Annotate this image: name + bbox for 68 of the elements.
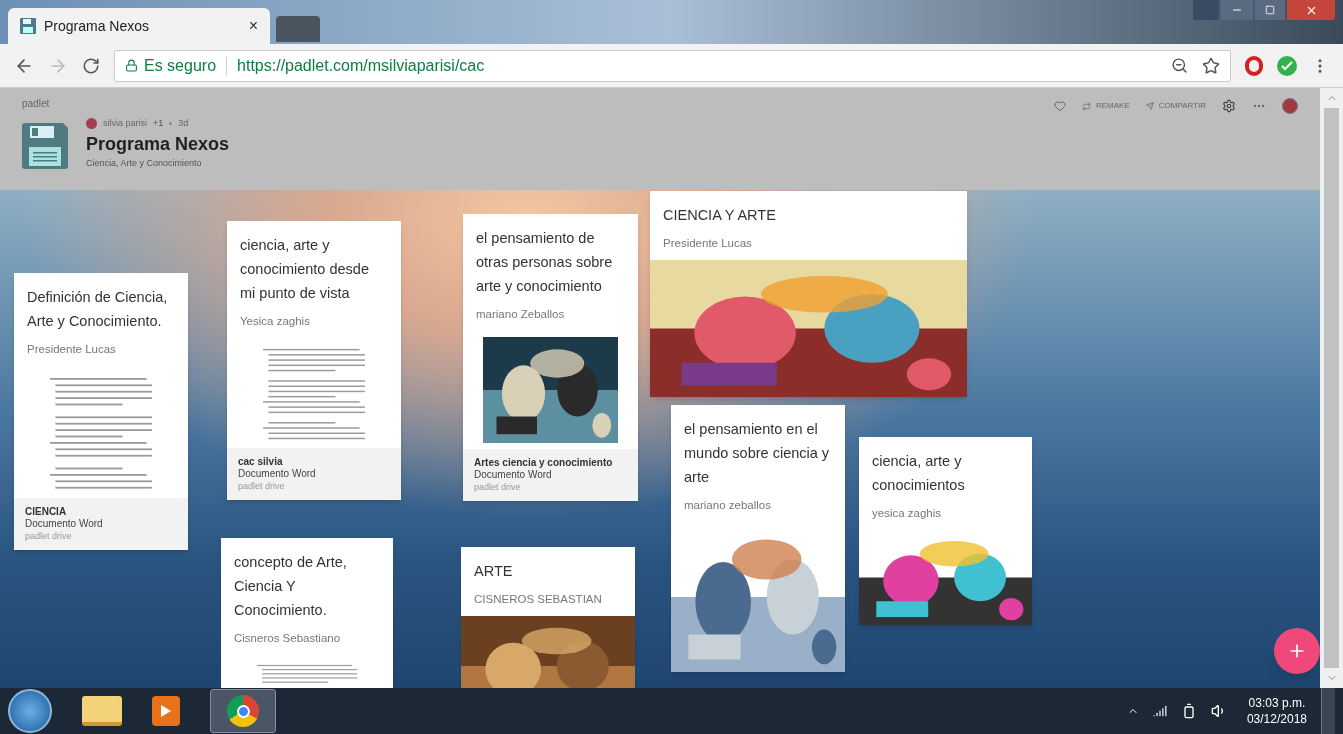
clock-time[interactable]: 03:03 p.m. xyxy=(1248,695,1306,711)
post-card[interactable]: ciencia, arte y conocimiento desde mi punto de vista Yesica zaghis cac silvia Documento Word padlet drive xyxy=(227,221,401,501)
browser-logo-icon xyxy=(227,695,259,727)
post-card[interactable]: CIENCIA Y ARTE Presidente Lucas xyxy=(650,191,967,398)
zoom-icon[interactable] xyxy=(1171,57,1188,74)
media-player-icon[interactable] xyxy=(152,696,180,726)
post-author: Presidente Lucas xyxy=(663,236,753,251)
settings-icon[interactable] xyxy=(1222,99,1236,113)
post-title: ciencia, arte y conocimiento desde mi punto de vista xyxy=(240,236,370,303)
post-card[interactable]: Definición de Ciencia, Arte y Conocimiento. Presidente Lucas CIENCIA Documento Word padlet drive xyxy=(14,273,188,551)
post-card[interactable]: concepto de Arte, Ciencia Y Conocimiento. Cisneros Sebastiano xyxy=(221,538,393,688)
post-title: el pensamiento de otras personas sobre arte y conocimiento xyxy=(476,229,614,296)
user-avatar[interactable] xyxy=(1282,98,1298,114)
post-title: CIENCIA Y ARTE xyxy=(663,206,777,225)
post-title: ciencia, arte y conocimientos xyxy=(872,452,966,495)
signal-icon[interactable] xyxy=(1152,704,1167,718)
attachment-source: padlet drive xyxy=(474,481,522,494)
send-icon xyxy=(1145,102,1154,110)
attachment-type: Documento Word xyxy=(238,468,317,481)
add-post-button[interactable] xyxy=(1274,628,1320,674)
post-author: yesica zaghis xyxy=(872,506,943,521)
author-avatar xyxy=(86,118,97,130)
reload-icon[interactable] xyxy=(82,56,100,75)
start-button[interactable] xyxy=(8,689,52,733)
post-title: concepto de Arte, Ciencia Y Conocimiento. xyxy=(234,553,348,620)
author-name: silvia parisi xyxy=(103,117,147,130)
post-card[interactable]: ciencia, arte y conocimientos yesica zaghis xyxy=(859,437,1032,626)
post-age: 3d xyxy=(178,117,189,130)
post-author: Cisneros Sebastiano xyxy=(234,631,342,646)
attachment-type: Documento Word xyxy=(25,518,104,531)
check-extension-icon[interactable] xyxy=(1277,55,1297,76)
address-bar[interactable]: Es seguro https://padlet.com/msilviaparisi/cac xyxy=(114,49,1231,82)
clock-date[interactable]: 03/12/2018 xyxy=(1246,711,1307,727)
repeat-icon xyxy=(1081,101,1091,111)
show-desktop-button[interactable] xyxy=(1321,688,1335,734)
post-author: Presidente Lucas xyxy=(27,342,117,357)
maximize-icon xyxy=(1265,5,1275,15)
post-author: mariano Zeballos xyxy=(476,307,566,322)
heart-icon[interactable] xyxy=(1053,100,1066,112)
browser-tab[interactable]: Programa Nexos × xyxy=(8,8,270,44)
minimize-button[interactable] xyxy=(1221,0,1253,20)
post-author: Yesica zaghis xyxy=(240,314,311,329)
post-card[interactable]: ARTE CISNEROS SEBASTIAN xyxy=(461,547,635,688)
attachment-source: padlet drive xyxy=(25,530,73,543)
post-title: ARTE xyxy=(474,562,514,581)
post-author: mariano zeballos xyxy=(684,498,772,513)
post-card[interactable]: el pensamiento de otras personas sobre arte y conocimiento mariano Zeballos Artes ciencia y conocimiento Documento Word padlet drive xyxy=(463,214,638,502)
bookmark-star-icon[interactable] xyxy=(1202,56,1220,75)
attachment-name: cac silvia xyxy=(238,456,284,469)
attachment-source: padlet drive xyxy=(238,480,286,493)
post-title: el pensamiento en el mundo sobre ciencia y arte xyxy=(684,420,831,487)
maximize-button[interactable] xyxy=(1255,0,1285,20)
attachment-name: CIENCIA xyxy=(25,506,68,519)
post-title: Definición de Ciencia, Arte y Conocimiento. xyxy=(27,288,169,331)
tab-close[interactable]: × xyxy=(248,14,258,38)
board-subtitle: Ciencia, Arte y Conocimiento xyxy=(86,156,203,170)
attachment-name: Artes ciencia y conocimiento xyxy=(474,457,614,470)
post-card[interactable]: el pensamiento en el mundo sobre ciencia y arte mariano zeballos xyxy=(671,405,845,673)
post-author: CISNEROS SEBASTIAN xyxy=(474,592,603,607)
url-text: https://padlet.com/msilviaparisi/cac xyxy=(237,55,486,76)
lock-icon xyxy=(125,59,138,72)
board-title: Programa Nexos xyxy=(86,132,230,156)
attachment-type: Documento Word xyxy=(474,469,553,482)
ring-extension-icon[interactable] xyxy=(1245,55,1263,76)
security-label: Es seguro xyxy=(144,55,217,76)
tab-title: Programa Nexos xyxy=(44,16,151,36)
chrome-taskbar-button[interactable] xyxy=(210,689,276,733)
collaborator-count: +1 xyxy=(153,117,164,130)
